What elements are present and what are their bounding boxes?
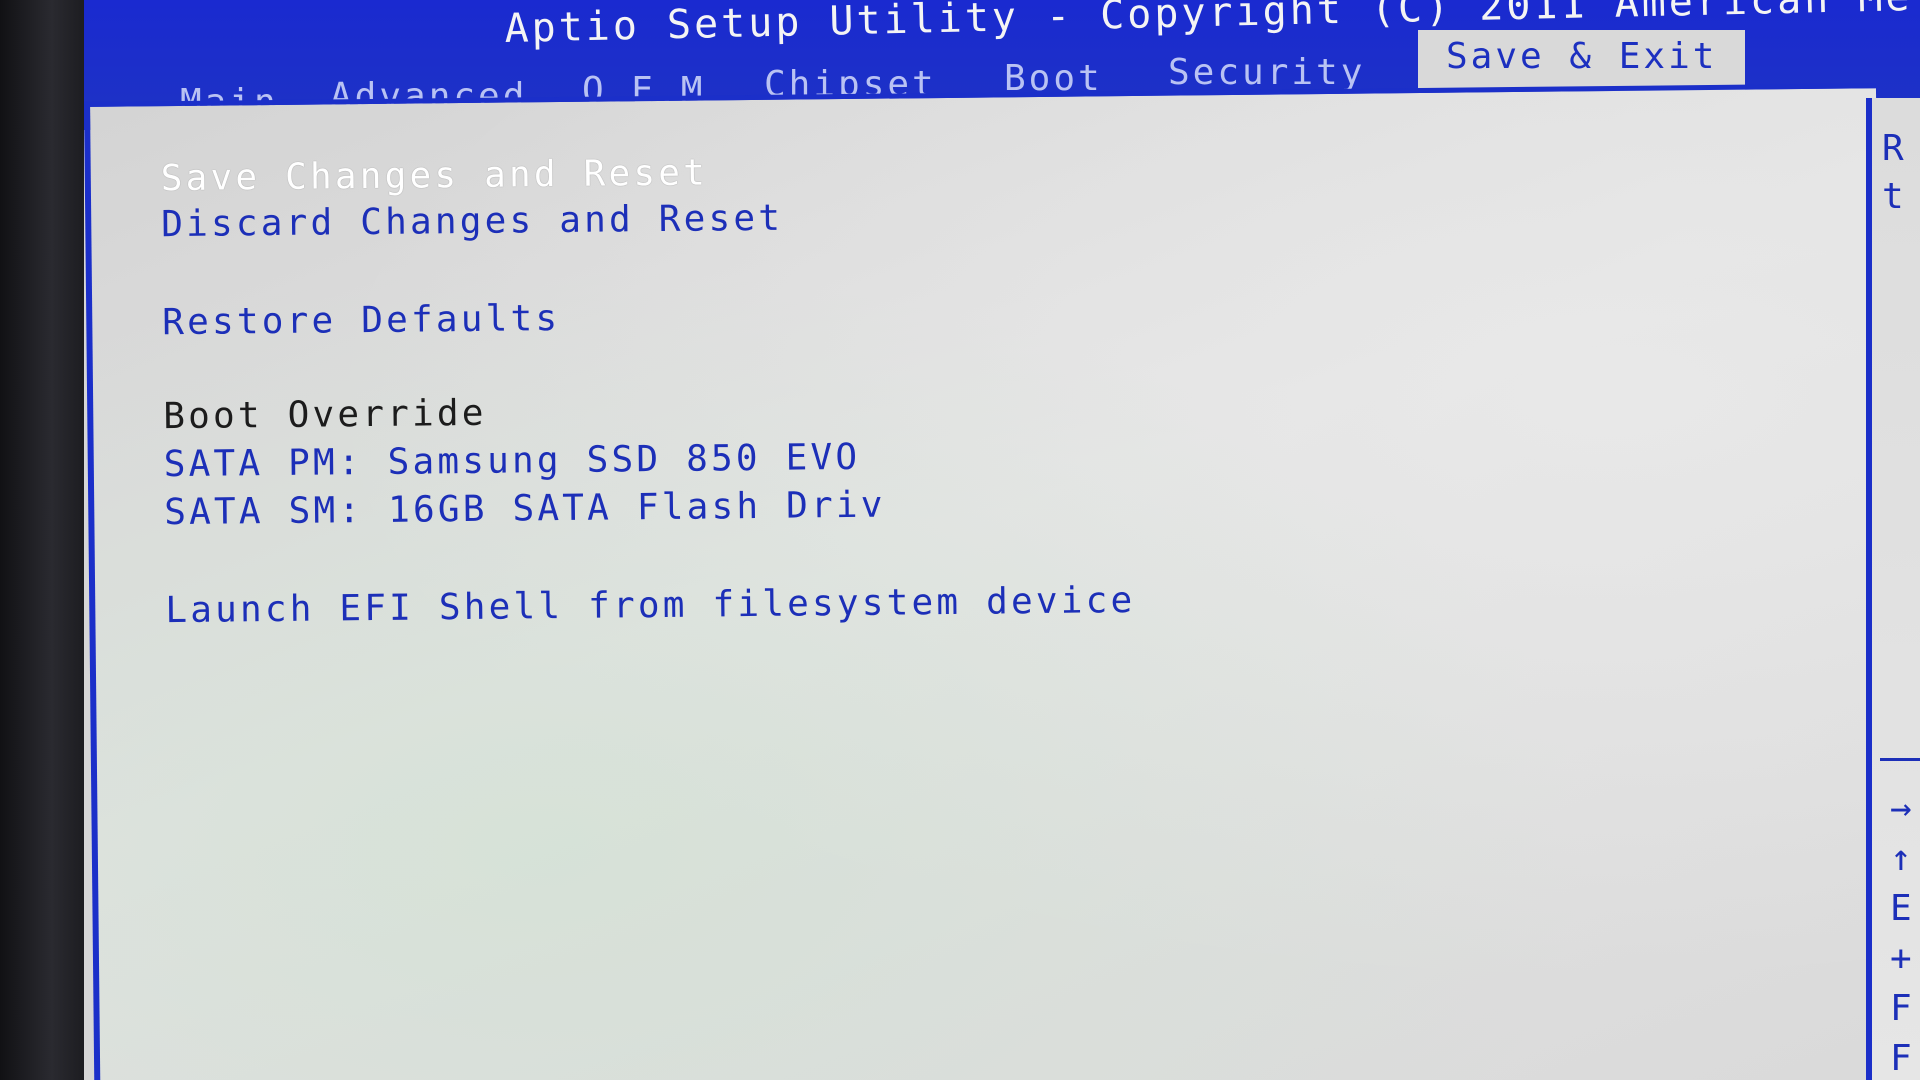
arrow-up-icon: ↑ [1890,838,1912,879]
boot-override-heading: Boot Override [163,392,487,438]
help-text-line-1: R [1882,128,1904,169]
monitor-photo: Aptio Setup Utility - Copyright (C) 2011… [0,0,1920,1080]
help-panel-separator [1880,758,1920,761]
help-key-f1: F [1890,988,1912,1029]
help-text-line-2: t [1882,176,1904,217]
boot-option-flash-drive[interactable]: SATA SM: 16GB SATA Flash Driv [164,485,886,534]
save-changes-reset-item[interactable]: Save Changes and Reset [161,152,709,199]
help-key-f2: F [1890,1038,1912,1079]
main-panel: Save Changes and Reset Discard Changes a… [84,83,1887,1080]
restore-defaults-item[interactable]: Restore Defaults [162,298,560,343]
monitor-bezel [0,0,86,1080]
help-key-plus: + [1890,938,1912,979]
help-panel: R t → ↑ E + F F [1872,98,1920,1080]
help-key-enter: E [1890,888,1912,929]
tab-save-exit[interactable]: Save & Exit [1418,30,1746,91]
arrow-right-icon: → [1890,788,1912,829]
discard-changes-reset-item[interactable]: Discard Changes and Reset [161,198,783,246]
bios-screen: Aptio Setup Utility - Copyright (C) 2011… [84,0,1920,1080]
launch-efi-shell-item[interactable]: Launch EFI Shell from filesystem device [165,580,1135,631]
tab-security[interactable]: Security [1168,52,1365,93]
boot-option-samsung-ssd[interactable]: SATA PM: Samsung SSD 850 EVO [164,437,861,485]
